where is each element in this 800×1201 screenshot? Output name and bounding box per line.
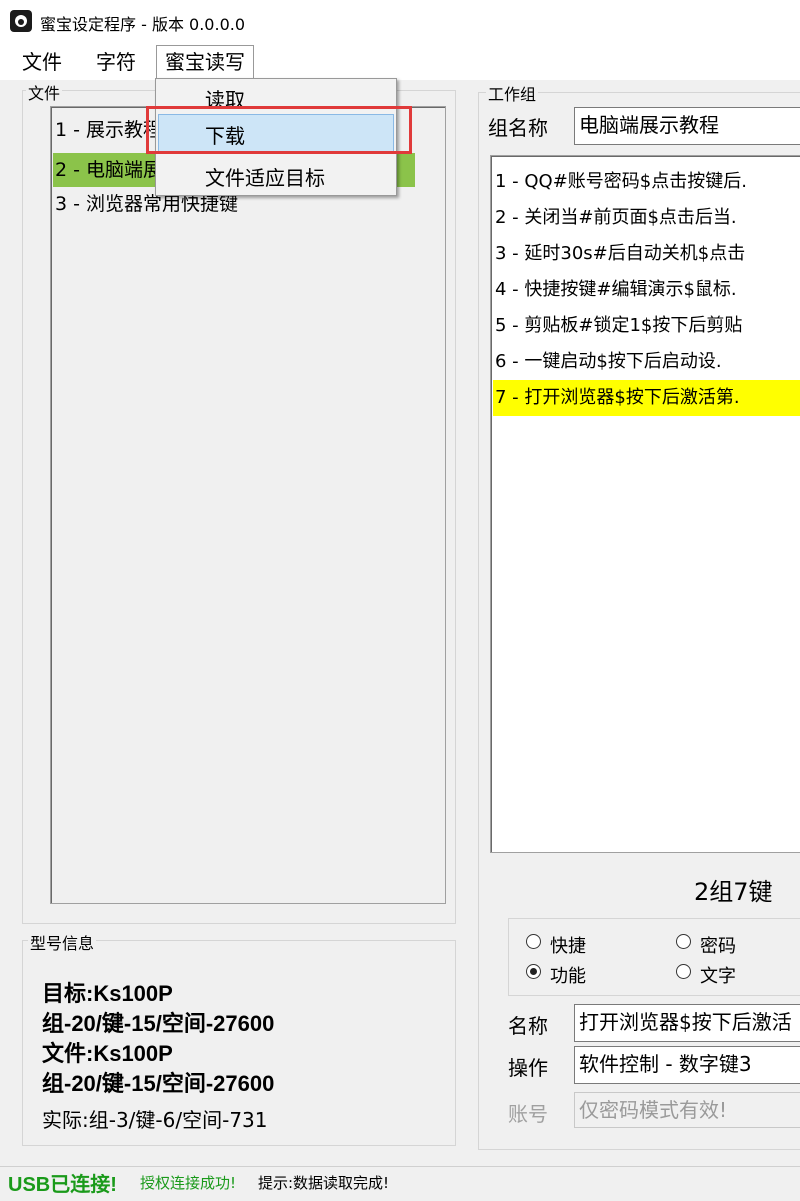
key-item[interactable]: 5 - 剪贴板#锁定1$按下后剪贴 bbox=[493, 308, 800, 344]
key-item[interactable]: 4 - 快捷按键#编辑演示$鼠标. bbox=[493, 272, 800, 308]
account-label: 账号 bbox=[508, 1102, 548, 1126]
radio-function[interactable] bbox=[526, 964, 541, 979]
menu-device-rw[interactable]: 蜜宝读写 bbox=[156, 45, 254, 80]
account-input-disabled: 仅密码模式有效! bbox=[574, 1092, 800, 1128]
operation-select[interactable]: 软件控制 - 数字键3 bbox=[574, 1046, 800, 1084]
usb-status: USB已连接! bbox=[8, 1174, 117, 1196]
app-icon bbox=[10, 10, 32, 32]
actual-usage: 实际:组-3/键-6/空间-731 bbox=[42, 1108, 268, 1132]
key-item-selected[interactable]: 7 - 打开浏览器$按下后激活第. bbox=[493, 380, 800, 416]
file-spec: 组-20/键-15/空间-27600 bbox=[42, 1071, 275, 1096]
radio-password[interactable] bbox=[676, 934, 691, 949]
radio-text-label: 文字 bbox=[700, 966, 736, 987]
menu-item-fit-target[interactable]: 文件适应目标 bbox=[205, 162, 325, 191]
radio-shortcut-label: 快捷 bbox=[550, 936, 586, 957]
work-group-label: 工作组 bbox=[486, 81, 539, 105]
model-info-label: 型号信息 bbox=[28, 930, 97, 954]
target-model: 目标:Ks100P bbox=[42, 981, 173, 1006]
radio-password-label: 密码 bbox=[700, 936, 736, 957]
files-group-label: 文件 bbox=[26, 80, 63, 104]
menu-chars[interactable]: 字符 bbox=[88, 48, 144, 76]
file-list[interactable]: 1 - 展示教程 2 - 电脑端展示教程 3 - 浏览器常用快捷键 bbox=[50, 106, 446, 904]
key-name-label: 名称 bbox=[508, 1014, 548, 1038]
operation-label: 操作 bbox=[508, 1056, 548, 1080]
hint-status: 提示:数据读取完成! bbox=[258, 1174, 390, 1192]
target-spec: 组-20/键-15/空间-27600 bbox=[42, 1011, 275, 1036]
auth-status: 授权连接成功! bbox=[140, 1174, 237, 1192]
radio-function-label: 功能 bbox=[550, 966, 586, 987]
menu-file[interactable]: 文件 bbox=[14, 48, 70, 76]
annotation-highlight-box bbox=[146, 106, 412, 154]
radio-shortcut[interactable] bbox=[526, 934, 541, 949]
file-model: 文件:Ks100P bbox=[42, 1041, 173, 1066]
window-title: 蜜宝设定程序 - 版本 0.0.0.0 bbox=[40, 15, 246, 34]
key-item[interactable]: 3 - 延时30s#后自动关机$点击 bbox=[493, 236, 800, 272]
group-key-summary: 2组7键 bbox=[694, 878, 773, 906]
group-name-input[interactable]: 电脑端展示教程 bbox=[574, 107, 800, 145]
group-name-label: 组名称 bbox=[488, 116, 548, 140]
key-item[interactable]: 6 - 一键启动$按下后启动设. bbox=[493, 344, 800, 380]
key-item[interactable]: 1 - QQ#账号密码$点击按键后. bbox=[493, 164, 800, 200]
key-item[interactable]: 2 - 关闭当#前页面$点击后当. bbox=[493, 200, 800, 236]
key-list[interactable]: 1 - QQ#账号密码$点击按键后. 2 - 关闭当#前页面$点击后当. 3 -… bbox=[490, 155, 800, 853]
status-bar bbox=[0, 1166, 800, 1201]
key-name-input[interactable]: 打开浏览器$按下后激活 bbox=[574, 1004, 800, 1042]
radio-text[interactable] bbox=[676, 964, 691, 979]
